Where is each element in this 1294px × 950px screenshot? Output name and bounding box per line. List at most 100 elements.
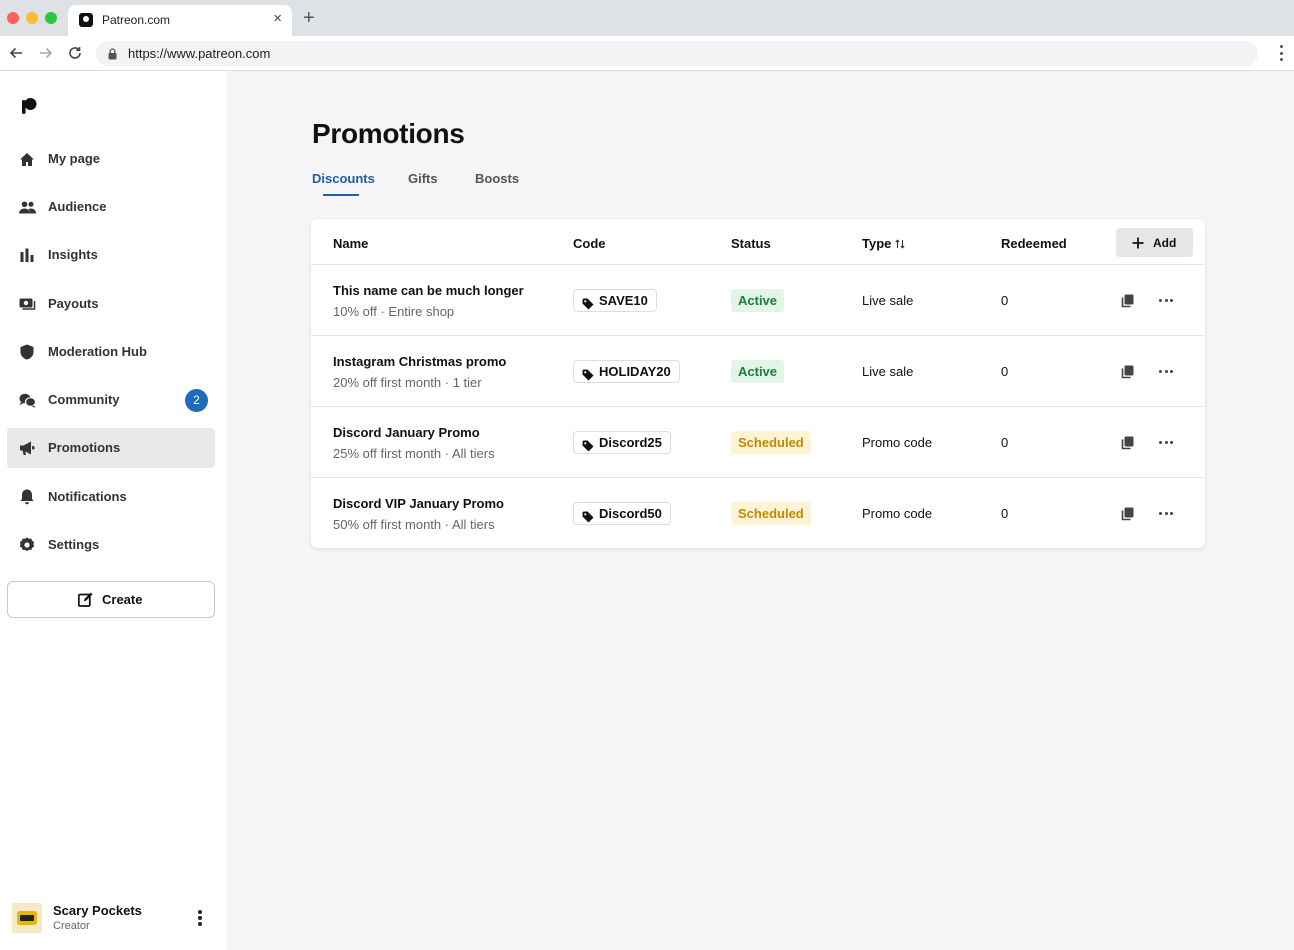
discount-code: Discord25 (573, 431, 671, 454)
profile-name: Scary Pockets (53, 903, 142, 918)
more-options-icon[interactable] (1159, 441, 1173, 445)
column-header-type: Type (862, 236, 892, 251)
community-count-badge: 2 (185, 389, 208, 412)
new-tab-icon[interactable]: + (303, 8, 315, 28)
window-maximize-button[interactable] (45, 12, 57, 24)
sidebar-item-insights[interactable]: Insights (7, 235, 215, 275)
more-options-icon[interactable] (1159, 512, 1173, 516)
table-header: Name Code Status Type Redeemed Add (311, 219, 1205, 265)
tab-discounts[interactable]: Discounts (312, 171, 375, 186)
url-text: https://www.patreon.com (128, 46, 271, 61)
profile-menu-icon[interactable] (198, 910, 202, 926)
sidebar-item-label: Insights (48, 247, 98, 262)
sidebar-item-label: Notifications (48, 489, 127, 504)
discount-code-text: HOLIDAY20 (599, 364, 671, 379)
copy-icon[interactable] (1121, 507, 1135, 521)
add-discount-button[interactable]: Add (1116, 228, 1193, 257)
tag-icon (582, 295, 594, 316)
tag-icon (582, 508, 594, 529)
forward-arrow-icon[interactable] (36, 43, 56, 63)
lock-icon (108, 47, 117, 65)
discount-description: 10% off · Entire shop (333, 304, 455, 319)
window-minimize-button[interactable] (26, 12, 38, 24)
profile-role: Creator (53, 920, 90, 932)
browser-tab-title: Patreon.com (102, 13, 171, 27)
sidebar-item-moderation-hub[interactable]: Moderation Hub (7, 332, 215, 372)
column-header-code: Code (573, 236, 606, 251)
chat-bubbles-icon (18, 392, 36, 408)
discount-code-text: Discord50 (599, 506, 662, 521)
window-close-button[interactable] (7, 12, 19, 24)
sidebar-item-promotions[interactable]: Promotions (7, 428, 215, 468)
main-content: Promotions Discounts Gifts Boosts Name C… (227, 71, 1294, 950)
tab-gifts[interactable]: Gifts (408, 171, 438, 186)
discount-type: Promo code (862, 506, 933, 521)
address-bar[interactable]: https://www.patreon.com (96, 41, 1258, 66)
discount-description: 50% off first month · All tiers (333, 517, 495, 532)
sidebar-item-label: Community (48, 392, 120, 407)
sort-arrows-icon[interactable] (895, 237, 905, 252)
bar-chart-icon (18, 247, 36, 263)
money-icon (18, 296, 36, 312)
discount-name: Instagram Christmas promo (333, 354, 507, 369)
discount-type: Promo code (862, 435, 933, 450)
sidebar-item-label: My page (48, 151, 101, 166)
table-row: Instagram Christmas promo 20% off first … (311, 336, 1205, 407)
browser-tab[interactable]: Patreon.com × (68, 5, 292, 36)
browser-menu-icon[interactable] (1280, 45, 1284, 61)
column-header-type-sortable[interactable]: Type (862, 236, 905, 252)
status-badge: Scheduled (731, 502, 811, 525)
sidebar-item-label: Moderation Hub (48, 344, 147, 359)
more-options-icon[interactable] (1159, 299, 1173, 303)
megaphone-icon (18, 440, 36, 456)
discount-name: Discord January Promo (333, 425, 480, 440)
plus-icon (1132, 236, 1144, 254)
profile-section[interactable]: Scary Pockets Creator (12, 900, 217, 936)
discount-code: HOLIDAY20 (573, 360, 680, 383)
sidebar-item-community[interactable]: Community 2 (7, 380, 215, 420)
copy-icon[interactable] (1121, 436, 1135, 450)
table-row: This name can be much longer 10% off · E… (311, 265, 1205, 336)
copy-icon[interactable] (1121, 365, 1135, 379)
sidebar-item-label: Promotions (48, 440, 121, 455)
tab-close-icon[interactable]: × (273, 11, 282, 27)
sidebar-item-audience[interactable]: Audience (7, 187, 215, 227)
reload-icon[interactable] (65, 43, 85, 63)
home-icon (18, 151, 36, 167)
status-badge: Scheduled (731, 431, 811, 454)
sidebar: My page Audience Insights Payouts Modera… (0, 71, 227, 950)
redeemed-count: 0 (1001, 364, 1009, 379)
sidebar-item-payouts[interactable]: Payouts (7, 284, 215, 324)
sidebar-item-my-page[interactable]: My page (7, 139, 215, 179)
redeemed-count: 0 (1001, 293, 1009, 308)
discount-code: SAVE10 (573, 289, 657, 312)
discount-description: 25% off first month · All tiers (333, 446, 495, 461)
tag-icon (582, 366, 594, 387)
sidebar-item-label: Payouts (48, 296, 99, 311)
tab-boosts[interactable]: Boosts (475, 171, 519, 186)
people-icon (18, 199, 36, 215)
bell-icon (18, 489, 36, 505)
copy-icon[interactable] (1121, 294, 1135, 308)
browser-toolbar: https://www.patreon.com (0, 36, 1294, 71)
redeemed-count: 0 (1001, 435, 1009, 450)
status-badge: Active (731, 289, 785, 312)
discounts-table: Name Code Status Type Redeemed Add This … (311, 219, 1205, 548)
redeemed-count: 0 (1001, 506, 1009, 521)
back-arrow-icon[interactable] (6, 43, 26, 63)
table-row: Discord January Promo 25% off first mont… (311, 407, 1205, 478)
create-button[interactable]: Create (7, 581, 215, 618)
gear-icon (18, 537, 36, 553)
browser-tab-strip: Patreon.com × + (0, 0, 1294, 36)
sidebar-item-label: Settings (48, 537, 100, 552)
table-row: Discord VIP January Promo 50% off first … (311, 478, 1205, 549)
sidebar-item-settings[interactable]: Settings (7, 525, 215, 565)
edit-icon (77, 592, 93, 612)
sidebar-item-notifications[interactable]: Notifications (7, 477, 215, 517)
column-header-redeemed: Redeemed (1001, 236, 1067, 251)
discount-type: Live sale (862, 364, 914, 379)
discount-description: 20% off first month · 1 tier (333, 375, 482, 390)
more-options-icon[interactable] (1159, 370, 1173, 374)
patreon-logo-icon[interactable] (20, 97, 38, 120)
column-header-status: Status (731, 236, 771, 251)
